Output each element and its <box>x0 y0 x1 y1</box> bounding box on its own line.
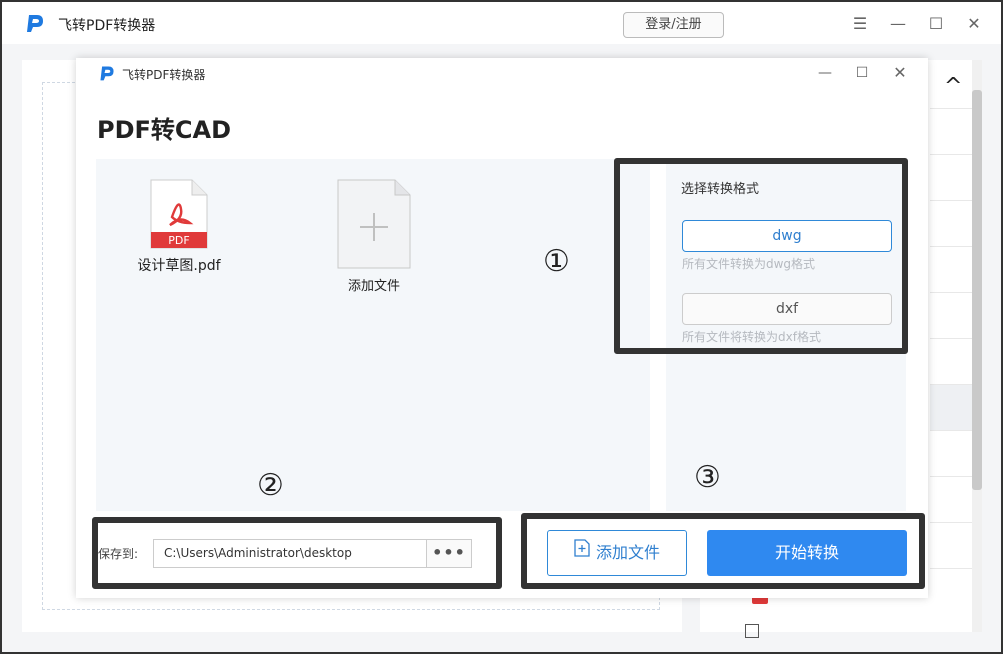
tool-list-row[interactable] <box>930 522 972 568</box>
annotation-number-2: ② <box>257 468 284 503</box>
dialog-close-icon[interactable]: ✕ <box>889 62 911 84</box>
start-convert-button[interactable]: 开始转换 <box>707 530 907 576</box>
file-name: 设计草图.pdf <box>137 258 221 274</box>
add-file-button[interactable]: 添加文件 <box>547 530 687 576</box>
document-icon <box>745 624 759 638</box>
dialog-logo-icon <box>98 64 116 82</box>
format-dwg-desc: 所有文件转换为dwg格式 <box>682 257 816 271</box>
dialog-maximize-icon[interactable]: ☐ <box>851 62 873 84</box>
main-title-bar: 飞转PDF转换器 登录/注册 ☰ — ☐ ✕ <box>2 2 1001 44</box>
save-path-input[interactable]: C:\Users\Administrator\desktop <box>153 539 427 568</box>
minimize-icon[interactable]: — <box>886 12 910 36</box>
add-document-icon <box>574 530 590 574</box>
app-title: 飞转PDF转换器 <box>58 18 156 34</box>
tool-list-row[interactable] <box>930 108 972 154</box>
dialog-title: 飞转PDF转换器 <box>122 68 206 82</box>
add-file-tile[interactable] <box>337 179 411 269</box>
format-dwg-button[interactable]: dwg <box>682 220 892 252</box>
tool-list-row[interactable] <box>930 200 972 246</box>
conversion-dialog: 飞转PDF转换器 — ☐ ✕ PDF转CAD PDF 设计草图.pdf 添加文件… <box>76 58 928 598</box>
tool-list-row[interactable] <box>930 430 972 476</box>
browse-button[interactable]: ••• <box>426 539 472 568</box>
dialog-title-bar: 飞转PDF转换器 — ☐ ✕ <box>76 58 928 88</box>
format-dxf-button[interactable]: dxf <box>682 293 892 325</box>
chevron-up-icon[interactable]: ^ <box>944 74 962 99</box>
dialog-minimize-icon[interactable]: — <box>814 62 836 84</box>
file-item[interactable]: 设计草图.pdf <box>126 255 232 275</box>
tool-list-row[interactable] <box>930 384 972 430</box>
scrollbar-thumb[interactable] <box>972 90 982 490</box>
tool-list-row[interactable] <box>930 246 972 292</box>
tool-list-row[interactable] <box>930 476 972 522</box>
page-title: PDF转CAD <box>97 116 232 144</box>
tool-list-row[interactable] <box>930 154 972 200</box>
annotation-number-1: ① <box>543 244 570 279</box>
pdf-badge: PDF <box>168 234 189 247</box>
add-file-button-label: 添加文件 <box>595 543 660 562</box>
format-label: 选择转换格式 <box>681 182 760 197</box>
close-icon[interactable]: ✕ <box>962 12 986 36</box>
tool-list-row[interactable] <box>930 292 972 338</box>
app-logo-icon <box>24 12 46 34</box>
tool-list-row[interactable] <box>930 338 972 384</box>
maximize-icon[interactable]: ☐ <box>924 12 948 36</box>
add-file-tile-label-wrap: 添加文件 <box>331 275 417 294</box>
menu-icon[interactable]: ☰ <box>848 12 872 36</box>
login-button[interactable]: 登录/注册 <box>623 12 724 38</box>
format-dxf-desc: 所有文件将转换为dxf格式 <box>682 330 821 344</box>
pdf-file-icon[interactable]: PDF <box>150 179 208 249</box>
annotation-number-3: ③ <box>694 460 721 495</box>
tool-list-row[interactable] <box>930 568 972 614</box>
save-to-label: 保存到: <box>98 547 139 561</box>
add-file-tile-label: 添加文件 <box>347 279 400 294</box>
